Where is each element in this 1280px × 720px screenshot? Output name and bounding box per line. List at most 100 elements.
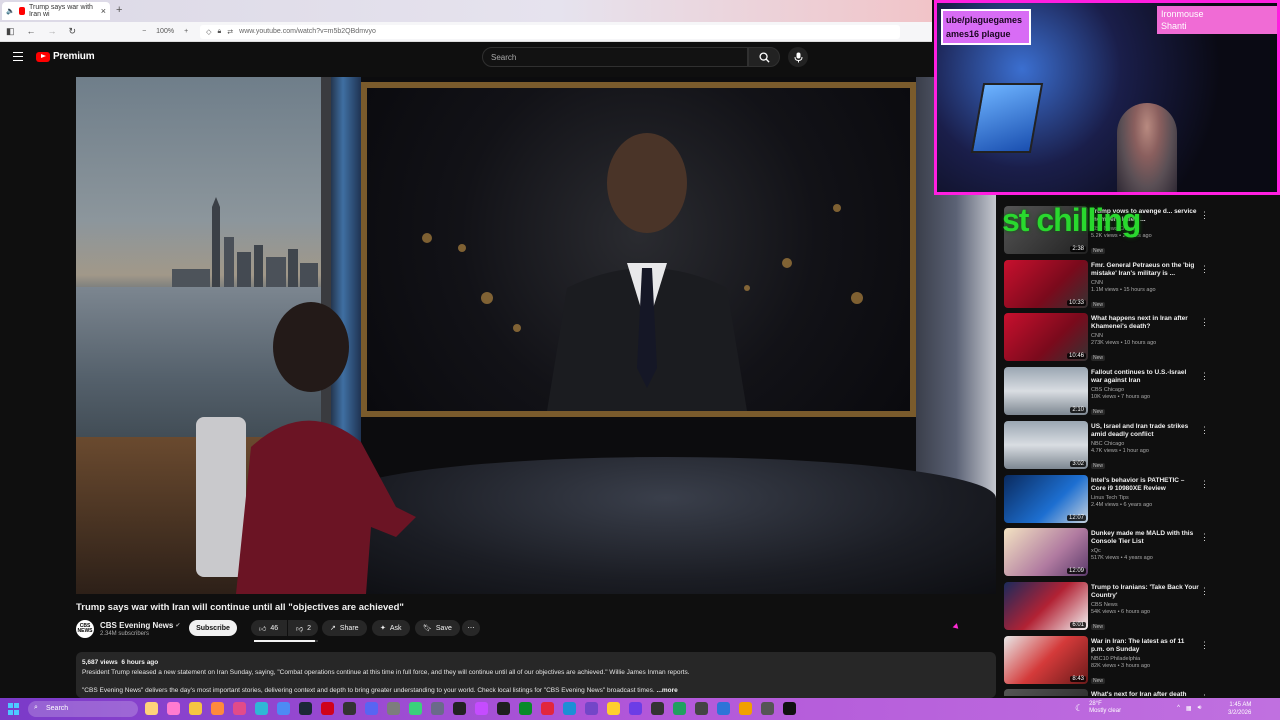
app-icon-9[interactable] bbox=[321, 702, 334, 715]
app-icon-15[interactable] bbox=[453, 702, 466, 715]
app-icon-22[interactable] bbox=[607, 702, 620, 715]
recommendation-title[interactable]: What's next for Iran after death bbox=[1091, 691, 1199, 696]
more-vertical-icon[interactable]: ⋮ bbox=[1200, 371, 1209, 382]
recommendation-title[interactable]: Fallout continues to U.S.-Israel war aga… bbox=[1091, 369, 1199, 385]
recommendation-channel[interactable]: Linus Tech Tips bbox=[1091, 495, 1199, 501]
address-bar[interactable]: ◇ 🔒︎ ⇄ www.youtube.com/watch?v=m5b2QBdmv… bbox=[200, 24, 901, 39]
app-icon-26[interactable] bbox=[695, 702, 708, 715]
recommendation-channel[interactable]: NBC Chicago bbox=[1091, 441, 1199, 447]
browser-app-icon[interactable] bbox=[167, 702, 180, 715]
vpn-icon[interactable] bbox=[475, 702, 488, 715]
recommendation-thumbnail[interactable]: 2:10 bbox=[1004, 367, 1088, 416]
more-vertical-icon[interactable]: ⋮ bbox=[1200, 693, 1209, 696]
recommendation-item[interactable]: 6:01 Trump to Iranians: 'Take Back Your … bbox=[1002, 581, 1212, 632]
search-button[interactable] bbox=[748, 47, 780, 67]
app-icon-12[interactable] bbox=[387, 702, 400, 715]
zoom-out-icon[interactable]: − bbox=[142, 28, 146, 35]
app-icon-17[interactable] bbox=[497, 702, 510, 715]
recommendation-item[interactable]: 3:02 US, Israel and Iran trade strikes a… bbox=[1002, 420, 1212, 471]
recommendation-thumbnail[interactable]: 10:33 bbox=[1004, 259, 1088, 308]
recommendation-channel[interactable]: NBC10 Philadelphia bbox=[1091, 656, 1199, 662]
recommendation-thumbnail[interactable] bbox=[1004, 689, 1088, 696]
ask-button[interactable]: ✦ Ask bbox=[372, 620, 410, 636]
app-icon-30[interactable] bbox=[783, 702, 796, 715]
new-tab-icon[interactable]: + bbox=[116, 4, 122, 16]
recommendation-item[interactable]: 10:33 Fmr. General Petraeus on the 'big … bbox=[1002, 259, 1212, 310]
back-icon[interactable]: ← bbox=[27, 26, 36, 37]
more-vertical-icon[interactable]: ⋮ bbox=[1200, 479, 1209, 490]
app-icon-19[interactable] bbox=[541, 702, 554, 715]
dislike-button[interactable]: 👎︎ 2 bbox=[288, 620, 318, 636]
app-icon-5[interactable] bbox=[233, 702, 246, 715]
forward-icon[interactable]: → bbox=[48, 26, 57, 37]
app-icon-28[interactable] bbox=[739, 702, 752, 715]
recommendation-title[interactable]: Fmr. General Petraeus on the 'big mistak… bbox=[1091, 262, 1199, 278]
more-vertical-icon[interactable]: ⋮ bbox=[1200, 317, 1209, 328]
taskbar-search[interactable]: ⌕ Search bbox=[28, 701, 138, 717]
channel-name[interactable]: CBS Evening News bbox=[100, 621, 173, 630]
recommendation-thumbnail[interactable]: 12:09 bbox=[1004, 528, 1088, 577]
more-vertical-icon[interactable]: ⋮ bbox=[1200, 425, 1209, 436]
youtube-logo[interactable]: Premium bbox=[36, 51, 95, 62]
lock-icon[interactable]: 🔒︎ bbox=[218, 28, 222, 36]
video-player[interactable] bbox=[76, 77, 996, 594]
channel-avatar[interactable]: CBS NEWS bbox=[76, 620, 94, 638]
chrome-icon[interactable] bbox=[277, 702, 290, 715]
more-vertical-icon[interactable]: ⋮ bbox=[1200, 532, 1209, 543]
app-icon-10[interactable] bbox=[343, 702, 356, 715]
recommendation-thumbnail[interactable]: 3:02 bbox=[1004, 420, 1088, 469]
app-icon-23[interactable] bbox=[629, 702, 642, 715]
app-icon-21[interactable] bbox=[585, 702, 598, 715]
voice-search-button[interactable] bbox=[788, 47, 808, 67]
recommendation-channel[interactable]: CNN bbox=[1091, 280, 1199, 286]
share-button[interactable]: ↗ Share bbox=[322, 620, 367, 636]
app-icon-18[interactable] bbox=[519, 702, 532, 715]
more-vertical-icon[interactable]: ⋮ bbox=[1200, 640, 1209, 651]
app-icon-24[interactable] bbox=[651, 702, 664, 715]
close-tab-icon[interactable]: × bbox=[101, 6, 106, 16]
shield-icon[interactable]: ◇ bbox=[206, 28, 211, 36]
volume-icon[interactable]: 🔊︎ bbox=[1198, 705, 1202, 712]
app-icon-25[interactable] bbox=[673, 702, 686, 715]
recommendation-item[interactable]: 2:10 Fallout continues to U.S.-Israel wa… bbox=[1002, 367, 1212, 417]
video-description[interactable]: 5,687 views 6 hours ago President Trump … bbox=[76, 652, 996, 698]
sidebar-toggle-icon[interactable]: ◧ bbox=[6, 26, 15, 37]
file-explorer-icon[interactable] bbox=[189, 702, 202, 715]
app-icon-13[interactable] bbox=[409, 702, 422, 715]
recommendation-item[interactable]: 8:43 War in Iran: The latest as of 11 p.… bbox=[1002, 635, 1212, 686]
zoom-in-icon[interactable]: + bbox=[184, 28, 188, 35]
recommendation-item[interactable]: 12:09 Dunkey made me MALD with this Cons… bbox=[1002, 528, 1212, 578]
edge-icon[interactable] bbox=[255, 702, 268, 715]
recommendation-channel[interactable]: CNN bbox=[1091, 333, 1199, 339]
recommendation-title[interactable]: What happens next in Iran after Khamenei… bbox=[1091, 315, 1199, 331]
recommendation-title[interactable]: War in Iran: The latest as of 11 p.m. on… bbox=[1091, 638, 1199, 654]
search-input[interactable]: Search bbox=[482, 47, 748, 67]
recommendation-thumbnail[interactable]: 6:01 bbox=[1004, 581, 1088, 630]
menu-icon[interactable] bbox=[13, 52, 23, 61]
recommendation-item[interactable]: What's next for Iran after death ⋮ bbox=[1002, 689, 1212, 696]
firefox-icon[interactable] bbox=[211, 702, 224, 715]
reload-icon[interactable]: ↻ bbox=[69, 26, 77, 37]
app-icon-20[interactable] bbox=[563, 702, 576, 715]
recommendation-item[interactable]: 10:46 What happens next in Iran after Kh… bbox=[1002, 313, 1212, 363]
recommendation-title[interactable]: Trump to Iranians: 'Take Back Your Count… bbox=[1091, 584, 1199, 600]
show-more-link[interactable]: ...more bbox=[656, 687, 677, 694]
more-vertical-icon[interactable]: ⋮ bbox=[1200, 264, 1209, 275]
network-icon[interactable]: ▦ bbox=[1186, 705, 1192, 712]
discord-icon[interactable] bbox=[365, 702, 378, 715]
app-icon-27[interactable] bbox=[717, 702, 730, 715]
app-icon-29[interactable] bbox=[761, 702, 774, 715]
recommendation-thumbnail[interactable]: 12:07 bbox=[1004, 474, 1088, 523]
tray-chevron-icon[interactable]: ^ bbox=[1177, 705, 1180, 711]
speaker-icon[interactable]: 🔈 bbox=[6, 7, 15, 15]
settings-icon[interactable] bbox=[431, 702, 444, 715]
recommendation-title[interactable]: US, Israel and Iran trade strikes amid d… bbox=[1091, 423, 1199, 439]
recommendation-channel[interactable]: CBS News bbox=[1091, 602, 1199, 608]
start-button[interactable] bbox=[8, 703, 20, 715]
like-button[interactable]: 👍︎ 46 bbox=[251, 620, 287, 636]
weather-icon[interactable]: ☾ bbox=[1075, 703, 1083, 714]
recommendation-title[interactable]: Intel's behavior is PATHETIC – Core i9 1… bbox=[1091, 477, 1199, 493]
task-view-icon[interactable] bbox=[145, 702, 158, 715]
subscribe-button[interactable]: Subscribe bbox=[189, 620, 237, 636]
steam-icon[interactable] bbox=[299, 702, 312, 715]
